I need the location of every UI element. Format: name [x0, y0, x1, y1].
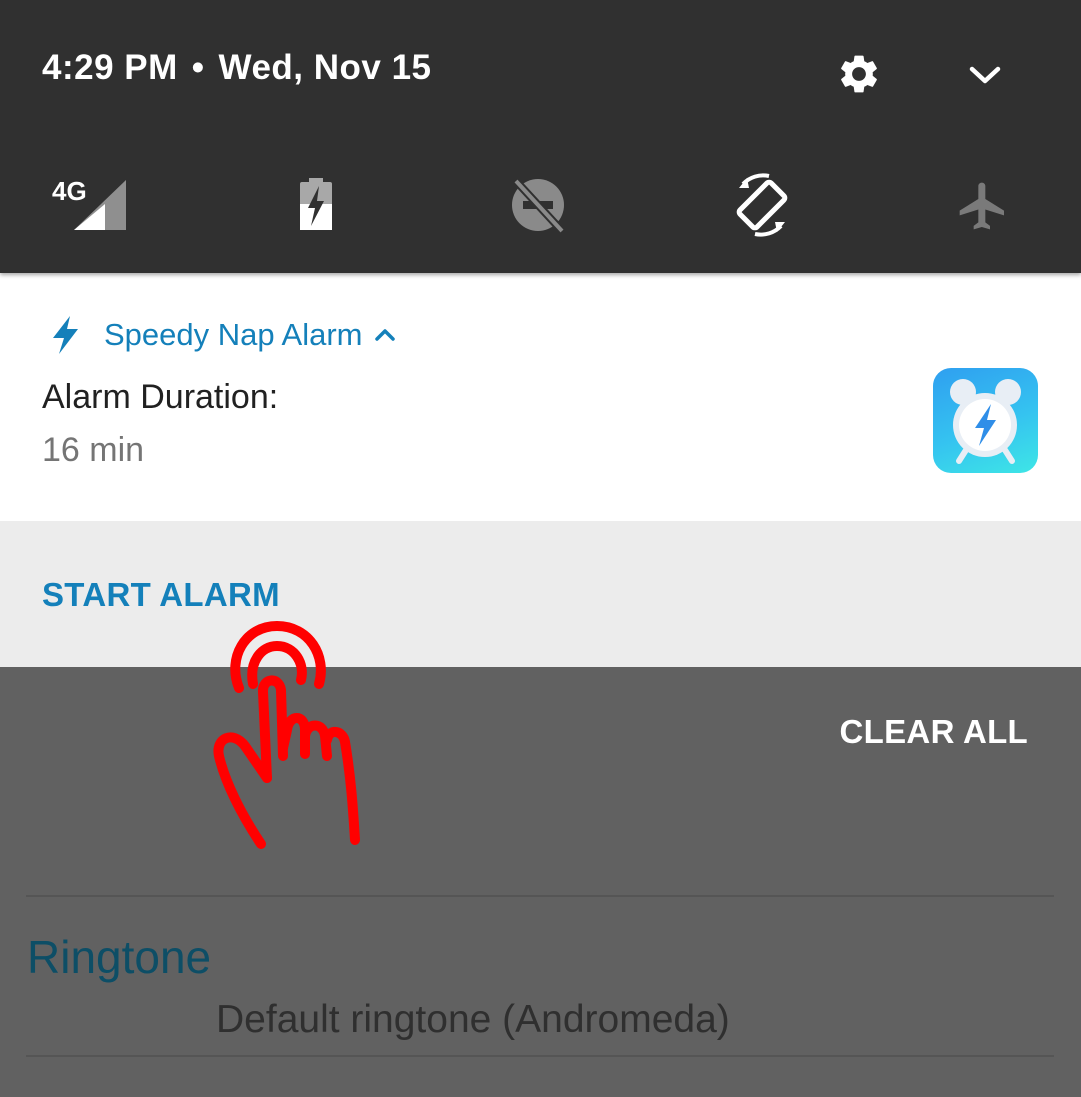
clock-time: 4:29 PM [42, 48, 178, 87]
tap-hand-icon [205, 618, 390, 858]
divider [26, 1055, 1054, 1057]
date-time: 4:29 PM • Wed, Nov 15 [42, 48, 432, 88]
auto-rotate-icon[interactable] [729, 172, 795, 243]
airplane-mode-icon[interactable] [955, 178, 1011, 239]
notification-text: 16 min [42, 431, 145, 469]
chevron-up-icon[interactable] [374, 327, 396, 343]
clear-all-button[interactable]: CLEAR ALL [840, 713, 1028, 751]
alarm-clock-app-icon [933, 368, 1038, 473]
do-not-disturb-off-icon[interactable] [510, 177, 568, 240]
network-type-label: 4G [52, 176, 87, 206]
battery-charging-icon[interactable] [298, 178, 334, 237]
notification-shade-header: 4:29 PM • Wed, Nov 15 4G [0, 0, 1081, 273]
ringtone-value[interactable]: Default ringtone (Andromeda) [216, 998, 730, 1042]
notification-actions: START ALARM [0, 521, 1081, 667]
start-alarm-button[interactable]: START ALARM [42, 576, 280, 614]
chevron-down-icon[interactable] [966, 62, 1004, 93]
notification-card[interactable]: Speedy Nap Alarm Alarm Duration: 16 min [0, 273, 1081, 521]
signal-4g-icon[interactable]: 4G [52, 174, 130, 237]
notification-header[interactable]: Speedy Nap Alarm [50, 315, 396, 355]
separator-dot: • [191, 48, 205, 87]
gear-icon[interactable] [836, 51, 882, 102]
divider [26, 895, 1054, 897]
bolt-icon [53, 316, 78, 354]
notification-title: Alarm Duration: [42, 378, 279, 416]
date-label: Wed, Nov 15 [218, 48, 432, 87]
app-name: Speedy Nap Alarm [104, 317, 363, 352]
ringtone-section-title[interactable]: Ringtone [27, 930, 211, 984]
